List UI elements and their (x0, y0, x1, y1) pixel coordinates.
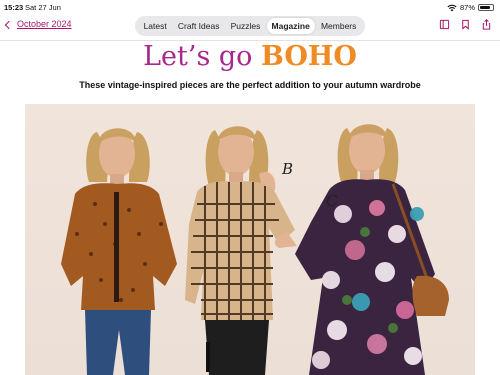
back-label: October 2024 (17, 19, 72, 29)
fashion-photo: B C (25, 104, 475, 375)
section-tabs: Latest Craft Ideas Puzzles Magazine Memb… (135, 16, 365, 36)
wifi-icon (447, 4, 457, 11)
label-b: B (282, 160, 294, 178)
status-date: Sat 27 Jun (25, 3, 61, 12)
chevron-left-icon (4, 20, 14, 29)
nav-bar: October 2024 Latest Craft Ideas Puzzles … (0, 14, 500, 40)
battery-level (480, 6, 490, 9)
models-illustration (61, 124, 449, 375)
status-bar: 15:23 Sat 27 Jun 87% (0, 0, 500, 14)
model-a (61, 128, 177, 375)
status-time: 15:23 (4, 3, 24, 12)
article-headline: Let’s go BOHO (0, 40, 500, 74)
share-icon[interactable] (481, 19, 492, 30)
back-button[interactable]: October 2024 (4, 19, 72, 29)
bookmark-icon[interactable] (460, 19, 471, 30)
reader-icon[interactable] (439, 19, 450, 30)
label-c: C (326, 192, 338, 210)
tab-puzzles[interactable]: Puzzles (226, 18, 266, 34)
battery-percent: 87% (459, 3, 475, 12)
status-right: 87% (447, 3, 494, 12)
battery-icon (478, 4, 494, 11)
headline-part-2: BOHO (261, 41, 357, 72)
tab-magazine[interactable]: Magazine (266, 18, 315, 34)
model-c (274, 124, 449, 375)
model-b (185, 126, 295, 375)
toolbar-icons (439, 19, 492, 30)
tab-members[interactable]: Members (316, 18, 361, 34)
article-subtitle: These vintage-inspired pieces are the pe… (79, 80, 421, 90)
tab-craft-ideas[interactable]: Craft Ideas (173, 18, 225, 34)
tab-latest[interactable]: Latest (139, 18, 172, 34)
headline-part-1: Let’s go (143, 41, 262, 72)
